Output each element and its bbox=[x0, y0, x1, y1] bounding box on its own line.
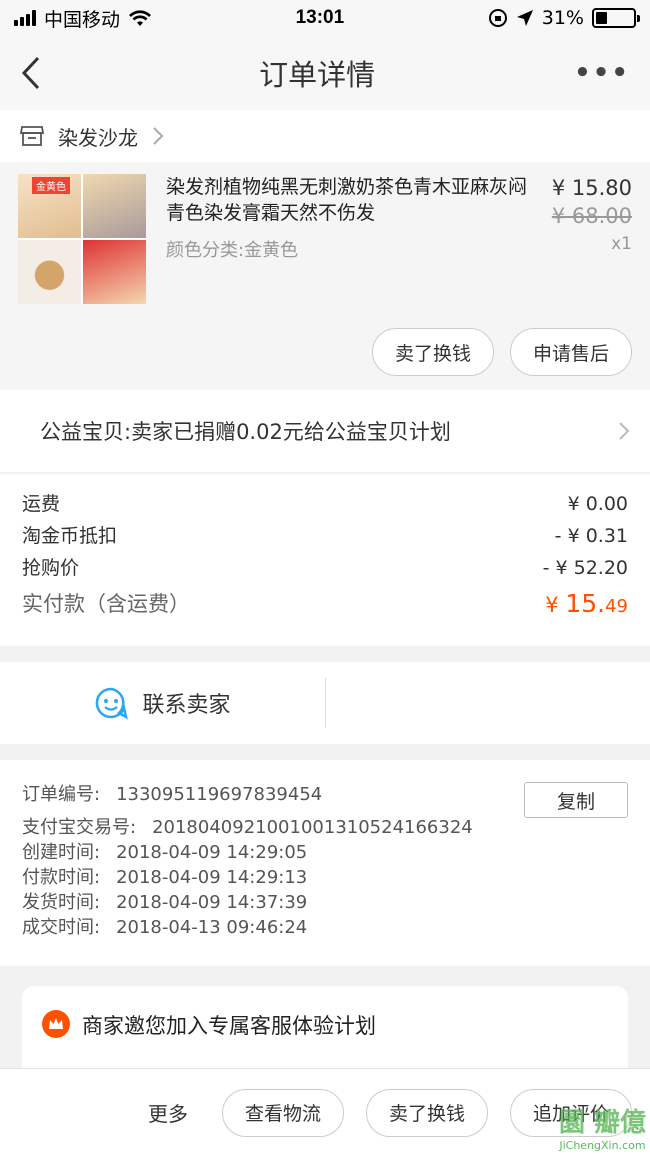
chevron-right-icon bbox=[619, 422, 630, 440]
total-dec: 49 bbox=[605, 596, 628, 617]
info-label: 创建时间: bbox=[22, 842, 101, 863]
info-value: 2018-04-09 14:29:05 bbox=[116, 842, 308, 863]
charity-text: 公益宝贝:卖家已捐赠0.02元给公益宝贝计划 bbox=[40, 420, 451, 444]
back-button[interactable] bbox=[20, 53, 60, 93]
location-icon bbox=[516, 10, 533, 26]
watermark-logo: 圜 瓣億 bbox=[558, 1108, 646, 1138]
battery-icon bbox=[591, 8, 640, 28]
product-item: 金黄色 染发剂植物纯黑无刺激奶茶色青木亚麻灰闷青色染发膏霜天然不伤发 颜色分类:… bbox=[0, 162, 650, 390]
copy-button[interactable]: 复制 bbox=[524, 782, 628, 818]
fee-row-total: 实付款（含运费） ¥ 15.49 bbox=[22, 584, 628, 627]
shop-row[interactable]: 染发沙龙 bbox=[0, 110, 650, 162]
info-label: 成交时间: bbox=[22, 917, 101, 938]
chevron-left-icon bbox=[21, 56, 40, 90]
thumb-image-2 bbox=[83, 174, 146, 238]
product-title: 染发剂植物纯黑无刺激奶茶色青木亚麻灰闷青色染发膏霜天然不伤发 bbox=[166, 176, 528, 224]
product-top: 金黄色 染发剂植物纯黑无刺激奶茶色青木亚麻灰闷青色染发膏霜天然不伤发 颜色分类:… bbox=[18, 174, 632, 304]
alipay-trade-row: 支付宝交易号: 2018040921001001310524166324 bbox=[22, 815, 628, 840]
fee-label: 运费 bbox=[22, 493, 61, 515]
status-right: 31% bbox=[488, 7, 640, 29]
fee-row-coin: 淘金币抵扣 - ¥ 0.31 bbox=[22, 520, 628, 552]
carrier-label: 中国移动 bbox=[44, 8, 121, 31]
info-value: 2018-04-13 09:46:24 bbox=[116, 917, 308, 938]
shipped-time-row: 发货时间: 2018-04-09 14:37:39 bbox=[22, 890, 628, 915]
contact-section: 联系卖家 bbox=[0, 662, 650, 744]
product-original-price: ¥ 68.00 bbox=[551, 204, 632, 228]
info-value: 133095119697839454 bbox=[116, 784, 323, 805]
total-value: ¥ 15.49 bbox=[545, 584, 628, 627]
product-quantity: x1 bbox=[611, 234, 632, 254]
total-label: 实付款（含运费） bbox=[22, 592, 190, 616]
invite-text: 商家邀您加入专属客服体验计划 bbox=[82, 1014, 376, 1038]
chevron-right-icon bbox=[153, 127, 164, 145]
battery-fill bbox=[595, 12, 608, 24]
chat-smile-icon bbox=[96, 687, 129, 720]
fee-value: - ¥ 52.20 bbox=[542, 557, 628, 579]
product-price: ¥ 15.80 bbox=[551, 176, 632, 200]
thumb-color-tag: 金黄色 bbox=[32, 177, 70, 194]
watermark-url: JiChengXin.com bbox=[559, 1139, 646, 1152]
fee-row-shipping: 运费 ¥ 0.00 bbox=[22, 488, 628, 520]
aftersale-button[interactable]: 申请售后 bbox=[509, 328, 632, 376]
thumb-image-3 bbox=[18, 240, 81, 304]
battery-percent: 31% bbox=[541, 7, 584, 29]
info-value: 2018040921001001310524166324 bbox=[152, 817, 473, 838]
contact-seller-button[interactable]: 联系卖家 bbox=[0, 678, 326, 728]
fee-row-flash: 抢购价 - ¥ 52.20 bbox=[22, 552, 628, 584]
bottom-action-bar: 更多 查看物流 卖了换钱 追加评价 bbox=[0, 1068, 650, 1156]
completed-time-row: 成交时间: 2018-04-13 09:46:24 bbox=[22, 915, 628, 940]
total-symbol: ¥ bbox=[545, 593, 566, 617]
watermark: 圜 瓣億 JiChengXin.com bbox=[559, 1102, 646, 1152]
more-menu-button[interactable]: ••• bbox=[574, 58, 630, 88]
fee-label: 抢购价 bbox=[22, 557, 80, 579]
thumb-image-1: 金黄色 bbox=[18, 174, 81, 238]
fee-value: - ¥ 0.31 bbox=[554, 525, 628, 547]
fee-value: ¥ 0.00 bbox=[567, 493, 628, 515]
status-time: 13:01 bbox=[295, 7, 345, 28]
crown-icon bbox=[42, 1010, 70, 1038]
charity-row[interactable]: 公益宝贝:卖家已捐赠0.02元给公益宝贝计划 bbox=[0, 390, 650, 472]
rotation-lock-icon bbox=[488, 9, 507, 27]
order-info: 复制 订单编号: 133095119697839454 支付宝交易号: 201804… bbox=[0, 760, 650, 966]
info-value: 2018-04-09 14:29:13 bbox=[116, 867, 308, 888]
product-thumbnail[interactable]: 金黄色 bbox=[18, 174, 146, 304]
nav-bar: 订单详情 ••• bbox=[0, 36, 650, 110]
info-label: 发货时间: bbox=[22, 892, 101, 913]
fee-label: 淘金币抵扣 bbox=[22, 525, 118, 547]
more-actions-button[interactable]: 更多 bbox=[148, 1098, 188, 1127]
shop-icon bbox=[20, 126, 44, 146]
shop-name: 染发沙龙 bbox=[58, 125, 138, 150]
info-label: 支付宝交易号: bbox=[22, 817, 137, 838]
paid-time-row: 付款时间: 2018-04-09 14:29:13 bbox=[22, 865, 628, 890]
wifi-icon bbox=[129, 10, 152, 26]
created-time-row: 创建时间: 2018-04-09 14:29:05 bbox=[22, 840, 628, 865]
status-bar: 中国移动 13:01 31% bbox=[0, 0, 650, 36]
product-sku: 颜色分类:金黄色 bbox=[166, 240, 299, 261]
thumb-image-4 bbox=[83, 240, 146, 304]
product-price-block: ¥ 15.80 ¥ 68.00 x1 bbox=[532, 174, 632, 304]
info-label: 订单编号: bbox=[22, 784, 101, 805]
status-left: 中国移动 bbox=[14, 5, 152, 32]
sell-again-button[interactable]: 卖了换钱 bbox=[365, 1088, 488, 1137]
product-info[interactable]: 染发剂植物纯黑无刺激奶茶色青木亚麻灰闷青色染发膏霜天然不伤发 颜色分类:金黄色 bbox=[146, 174, 532, 304]
fee-summary: 运费 ¥ 0.00 淘金币抵扣 - ¥ 0.31 抢购价 - ¥ 52.20 实… bbox=[0, 474, 650, 646]
info-value: 2018-04-09 14:37:39 bbox=[116, 892, 308, 913]
total-int: 15. bbox=[565, 589, 606, 618]
view-logistics-button[interactable]: 查看物流 bbox=[221, 1088, 344, 1137]
contact-seller-label: 联系卖家 bbox=[142, 693, 231, 718]
info-label: 付款时间: bbox=[22, 867, 101, 888]
product-actions: 卖了换钱 申请售后 bbox=[371, 328, 632, 376]
sell-button[interactable]: 卖了换钱 bbox=[371, 328, 494, 376]
signal-icon bbox=[14, 10, 36, 26]
page-title: 订单详情 bbox=[259, 58, 376, 92]
